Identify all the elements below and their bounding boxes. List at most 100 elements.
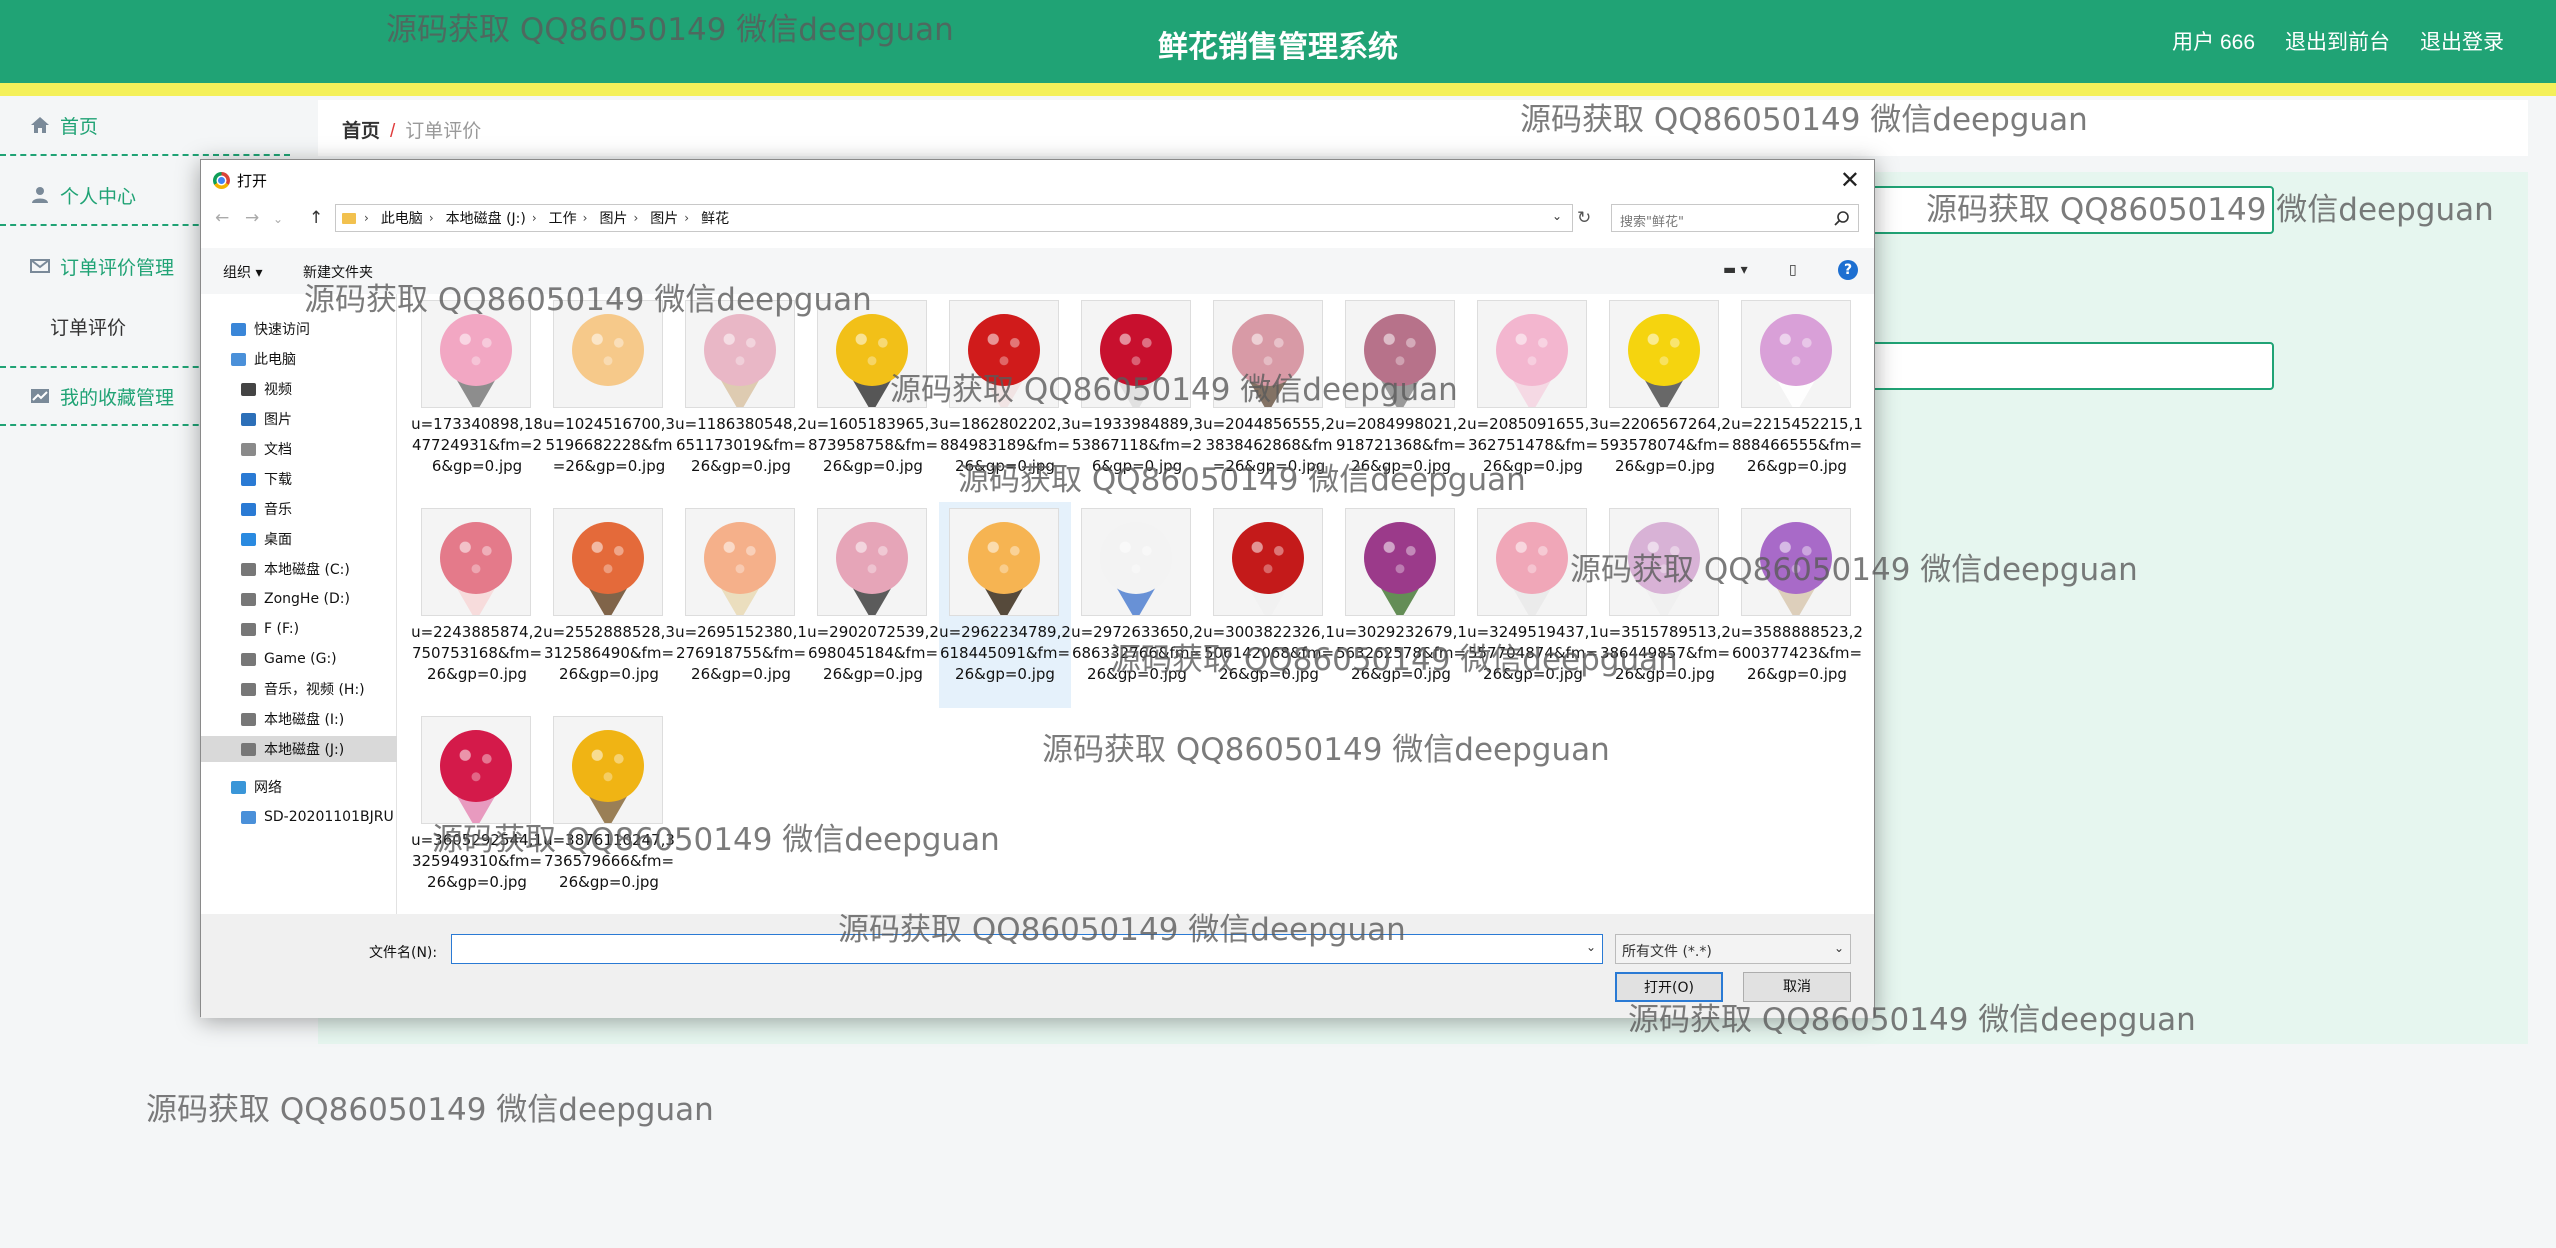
path-segment[interactable]: 鲜花 <box>701 208 729 228</box>
file-item[interactable]: u=3588888523,2600377423&fm=26&gp=0.jpg <box>1731 502 1863 708</box>
chevron-down-icon[interactable]: ⌄ <box>1586 940 1596 954</box>
nav-item[interactable]: Game (G:) <box>201 646 397 672</box>
recent-locations-icon[interactable]: ⌄ <box>273 212 283 226</box>
nav-item[interactable]: 下载 <box>201 466 397 492</box>
filetype-select[interactable]: 所有文件 (*.*) ⌄ <box>1615 934 1851 964</box>
top-bar-stripe <box>0 83 2556 96</box>
nav-item[interactable]: 文档 <box>201 436 397 462</box>
bouquet-flowers <box>572 522 644 594</box>
file-item[interactable]: u=3003822326,1506142068&fm=26&gp=0.jpg <box>1203 502 1335 708</box>
file-thumbnail <box>817 508 927 616</box>
file-item[interactable]: u=3605292544,1325949310&fm=26&gp=0.jpg <box>411 710 543 916</box>
nav-item[interactable]: 本地磁盘 (I:) <box>201 706 397 732</box>
chevron-down-icon[interactable]: ⌄ <box>1552 209 1562 223</box>
form-input-2[interactable] <box>1870 342 2274 390</box>
path-segment[interactable]: 工作 <box>549 208 577 228</box>
nav-item-label: 此电脑 <box>254 352 296 368</box>
bouquet-flowers <box>968 522 1040 594</box>
nav-item[interactable]: SD-20201101BJRU <box>201 804 397 830</box>
file-name: u=2215452215,1888466555&fm=26&gp=0.jpg <box>1731 415 1863 475</box>
address-bar[interactable]: › 此电脑 › 本地磁盘 (J:) › 工作 › 图片 › 图片 › 鲜花 ⌄ <box>335 204 1573 232</box>
file-item[interactable]: u=2972633650,2686332766&fm=26&gp=0.jpg <box>1071 502 1203 708</box>
search-input[interactable]: 搜索"鲜花" <box>1611 204 1859 232</box>
file-item[interactable]: u=2215452215,1888466555&fm=26&gp=0.jpg <box>1731 294 1863 500</box>
file-thumbnail <box>1609 508 1719 616</box>
file-thumbnail <box>1345 508 1455 616</box>
bouquet-flowers <box>1760 522 1832 594</box>
file-name: u=1933984889,353867118&fm=26&gp=0.jpg <box>1071 415 1203 475</box>
file-item[interactable]: u=173340898,1847724931&fm=26&gp=0.jpg <box>411 294 543 500</box>
nav-item[interactable]: 本地磁盘 (C:) <box>201 556 397 582</box>
preview-pane-icon[interactable]: ▯ <box>1789 262 1797 278</box>
file-item[interactable]: u=3029232679,1563262578&fm=26&gp=0.jpg <box>1335 502 1467 708</box>
file-item[interactable]: u=2085091655,3362751478&fm=26&gp=0.jpg <box>1467 294 1599 500</box>
computer-icon <box>241 810 256 824</box>
file-name: u=2085091655,3362751478&fm=26&gp=0.jpg <box>1467 415 1599 475</box>
file-item[interactable]: u=1186380548,2651173019&fm=26&gp=0.jpg <box>675 294 807 500</box>
file-item[interactable]: u=1862802202,3884983189&fm=26&gp=0.jpg <box>939 294 1071 500</box>
file-item[interactable]: u=3876110247,3736579666&fm=26&gp=0.jpg <box>543 710 675 916</box>
file-item[interactable]: u=2243885874,2750753168&fm=26&gp=0.jpg <box>411 502 543 708</box>
refresh-icon[interactable]: ↻ <box>1577 208 1591 228</box>
file-item[interactable]: u=2552888528,3312586490&fm=26&gp=0.jpg <box>543 502 675 708</box>
folder-icon <box>342 212 356 224</box>
nav-item[interactable]: 视频 <box>201 376 397 402</box>
sidebar-item-home[interactable]: 首页 <box>0 96 290 156</box>
up-arrow-icon[interactable]: ↑ <box>309 208 323 228</box>
bouquet-flowers <box>1364 314 1436 386</box>
nav-item[interactable]: 音乐 <box>201 496 397 522</box>
file-item[interactable]: u=1024516700,35196682228&fm=26&gp=0.jpg <box>543 294 675 500</box>
form-input-1[interactable] <box>1870 186 2274 234</box>
file-item[interactable]: u=2084998021,2918721368&fm=26&gp=0.jpg <box>1335 294 1467 500</box>
bouquet-flowers <box>572 730 644 802</box>
file-item[interactable]: u=2695152380,1276918755&fm=26&gp=0.jpg <box>675 502 807 708</box>
nav-item[interactable]: 图片 <box>201 406 397 432</box>
bouquet-flowers <box>1760 314 1832 386</box>
nav-item[interactable]: 本地磁盘 (J:) <box>201 736 397 762</box>
path-segment[interactable]: 图片 <box>599 208 627 228</box>
filename-input[interactable]: ⌄ <box>451 934 1603 964</box>
logout-link[interactable]: 退出登录 <box>2420 26 2504 56</box>
file-thumbnail <box>421 508 531 616</box>
file-name: u=2084998021,2918721368&fm=26&gp=0.jpg <box>1335 415 1467 475</box>
view-options-icon[interactable]: ▬ ▾ <box>1723 262 1748 278</box>
drive-icon <box>241 622 256 636</box>
help-icon[interactable]: ? <box>1838 260 1858 280</box>
file-name: u=3876110247,3736579666&fm=26&gp=0.jpg <box>543 831 675 891</box>
new-folder-button[interactable]: 新建文件夹 <box>303 262 373 282</box>
file-item[interactable]: u=3249519437,1557704874&fm=26&gp=0.jpg <box>1467 502 1599 708</box>
file-item[interactable]: u=2962234789,2618445091&fm=26&gp=0.jpg <box>939 502 1071 708</box>
file-name: u=1605183965,3873958758&fm=26&gp=0.jpg <box>807 415 939 475</box>
bouquet-flowers <box>440 522 512 594</box>
file-name: u=3029232679,1563262578&fm=26&gp=0.jpg <box>1335 623 1467 683</box>
file-item[interactable]: u=1605183965,3873958758&fm=26&gp=0.jpg <box>807 294 939 500</box>
path-segment[interactable]: 此电脑 <box>381 208 423 228</box>
front-link[interactable]: 退出到前台 <box>2285 26 2390 56</box>
nav-item-label: 快速访问 <box>254 322 310 338</box>
forward-arrow-icon[interactable]: → <box>245 208 259 228</box>
sidebar-item-label: 首页 <box>60 116 99 138</box>
nav-item[interactable]: 快速访问 <box>201 316 397 342</box>
file-item[interactable]: u=2902072539,2698045184&fm=26&gp=0.jpg <box>807 502 939 708</box>
nav-item[interactable]: 此电脑 <box>201 346 397 372</box>
file-item[interactable]: u=2206567264,2593578074&fm=26&gp=0.jpg <box>1599 294 1731 500</box>
nav-item-label: 下载 <box>264 472 292 488</box>
back-arrow-icon[interactable]: ← <box>215 208 229 228</box>
nav-item[interactable]: 音乐，视频 (H:) <box>201 676 397 702</box>
open-button[interactable]: 打开(O) <box>1615 972 1723 1002</box>
nav-item[interactable]: 桌面 <box>201 526 397 552</box>
close-icon[interactable]: ✕ <box>1840 166 1860 194</box>
path-segment[interactable]: 图片 <box>650 208 678 228</box>
nav-item[interactable]: ZongHe (D:) <box>201 586 397 612</box>
organize-button[interactable]: 组织 ▾ <box>223 262 262 282</box>
nav-item[interactable]: F (F:) <box>201 616 397 642</box>
nav-item[interactable]: 网络 <box>201 774 397 800</box>
path-segment[interactable]: 本地磁盘 (J:) <box>446 208 526 228</box>
file-item[interactable]: u=3515789513,2386449857&fm=26&gp=0.jpg <box>1599 502 1731 708</box>
drive-icon <box>241 652 256 666</box>
breadcrumb-home[interactable]: 首页 <box>342 121 380 142</box>
file-item[interactable]: u=1933984889,353867118&fm=26&gp=0.jpg <box>1071 294 1203 500</box>
cancel-button[interactable]: 取消 <box>1743 972 1851 1002</box>
file-item[interactable]: u=2044856555,23838462868&fm=26&gp=0.jpg <box>1203 294 1335 500</box>
user-link[interactable]: 用户 666 <box>2172 26 2255 56</box>
